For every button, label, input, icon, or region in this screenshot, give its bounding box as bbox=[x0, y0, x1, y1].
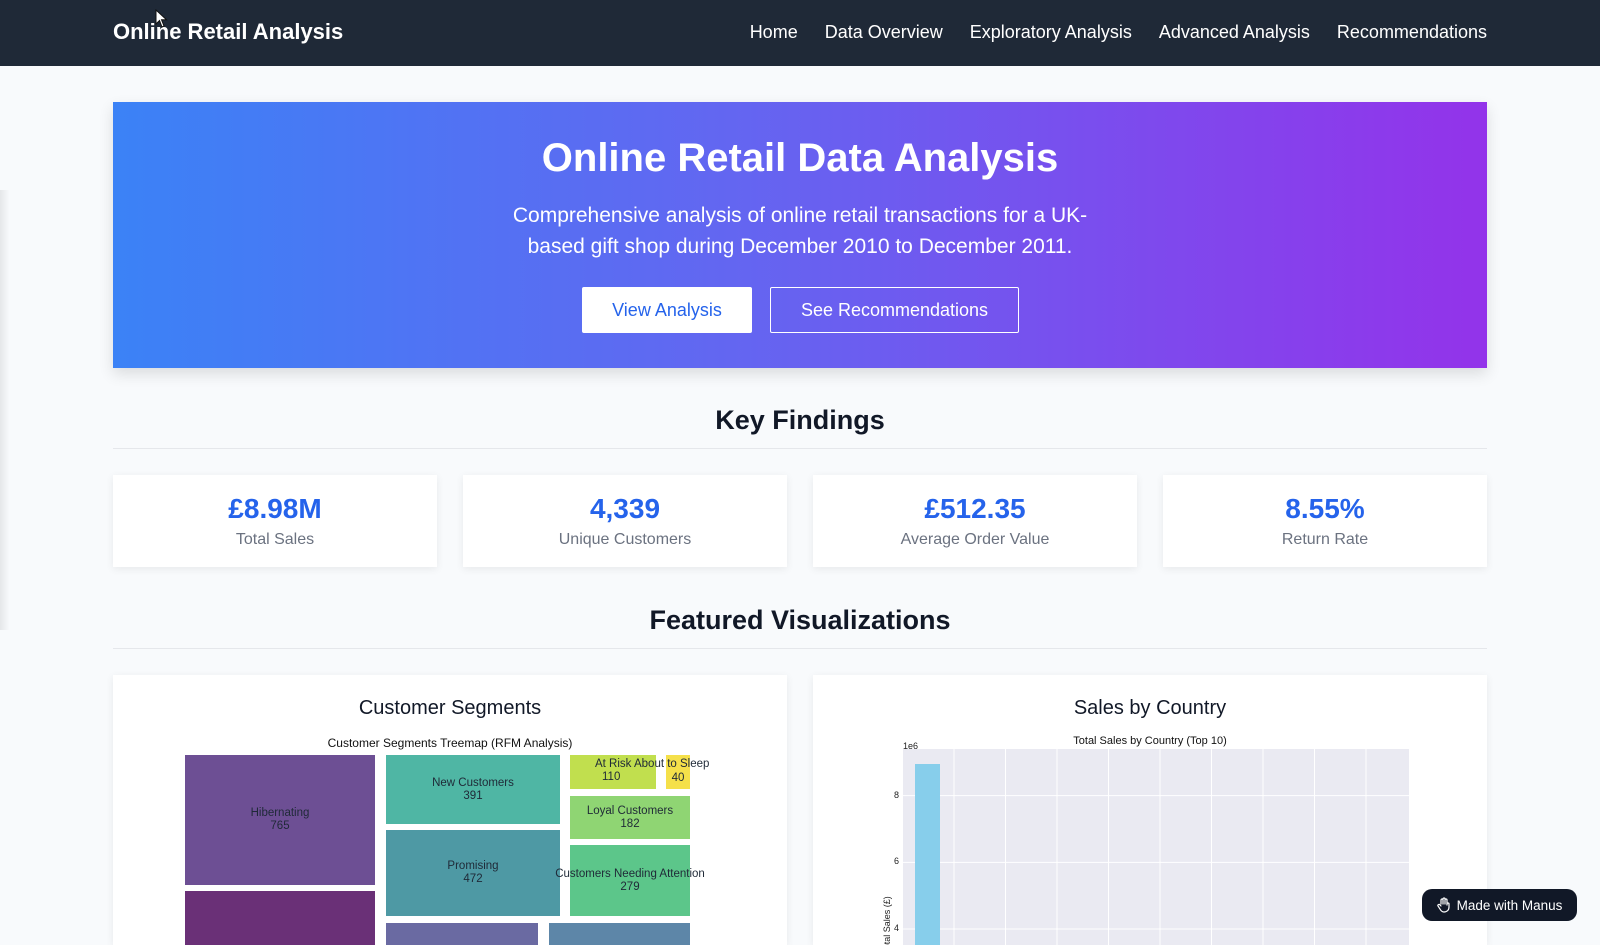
treemap-cell-new-customers[interactable]: New Customers 391 bbox=[386, 755, 560, 824]
kpi-card-average-order-value: £512.35 Average Order Value bbox=[813, 475, 1137, 567]
segment-name: At Risk About to Sleep bbox=[595, 758, 710, 770]
kpi-value: 4,339 bbox=[589, 493, 661, 524]
top-navbar: Online Retail Analysis Home Data Overvie… bbox=[0, 0, 1600, 66]
hero-description: Comprehensive analysis of online retail … bbox=[512, 204, 1088, 258]
nav-link-data-overview[interactable]: Data Overview bbox=[825, 22, 943, 43]
kpi-value: 8.55% bbox=[1285, 493, 1365, 524]
treemap-cell[interactable] bbox=[386, 923, 538, 945]
segment-name: Hibernating bbox=[250, 807, 310, 819]
featured-visualizations-title: Featured Visualizations bbox=[649, 605, 951, 635]
nav-link-recommendations[interactable]: Recommendations bbox=[1337, 22, 1487, 43]
nav-link-advanced-analysis[interactable]: Advanced Analysis bbox=[1159, 22, 1310, 43]
kpi-card-return-rate: 8.55% Return Rate bbox=[1163, 475, 1487, 567]
segment-name: Loyal Customers bbox=[586, 804, 674, 817]
segment-count: 110 bbox=[602, 771, 621, 783]
customer-segments-card: Customer Segments Customer Segments Tree… bbox=[113, 675, 787, 945]
nav-link-home[interactable]: Home bbox=[750, 22, 798, 43]
sales-by-country-card: Sales by Country Total Sales by Country … bbox=[813, 675, 1487, 945]
key-findings-divider bbox=[113, 448, 1487, 449]
treemap-cell[interactable] bbox=[549, 923, 690, 945]
segment-count: 182 bbox=[620, 817, 640, 830]
kpi-label: Return Rate bbox=[1281, 531, 1369, 548]
kpi-card-total-sales: £8.98M Total Sales bbox=[113, 475, 437, 567]
treemap-label-needing-attention: Customers Needing Attention 279 bbox=[540, 868, 720, 894]
treemap-cell-promising[interactable]: Promising 472 bbox=[386, 830, 560, 916]
mouse-cursor-icon bbox=[155, 9, 168, 28]
kpi-card-unique-customers: 4,339 Unique Customers bbox=[463, 475, 787, 567]
bar-chart-plot bbox=[903, 749, 1409, 945]
y-tick-label: 6 bbox=[893, 856, 899, 867]
segment-name: New Customers bbox=[432, 776, 514, 789]
segment-count: 765 bbox=[270, 820, 290, 832]
customer-segments-title: Customer Segments bbox=[358, 697, 542, 719]
y-tick-label: 8 bbox=[893, 789, 899, 800]
key-findings-title: Key Findings bbox=[715, 405, 885, 435]
kpi-value: £512.35 bbox=[924, 493, 1026, 524]
sales-by-country-title: Sales by Country bbox=[1073, 697, 1227, 719]
segment-count: 391 bbox=[463, 789, 483, 802]
treemap-cell[interactable] bbox=[185, 891, 375, 945]
treemap-title: Customer Segments Treemap (RFM Analysis) bbox=[327, 736, 573, 750]
brand-logo[interactable]: Online Retail Analysis bbox=[113, 19, 343, 45]
left-edge-shadow bbox=[0, 190, 10, 630]
kpi-label: Total Sales bbox=[235, 531, 315, 548]
bar[interactable] bbox=[915, 764, 940, 945]
nav-links: Home Data Overview Exploratory Analysis … bbox=[750, 22, 1487, 43]
treemap-cell-hibernating[interactable]: Hibernating 765 bbox=[185, 755, 375, 885]
hero-banner: Online Retail Data Analysis Comprehensiv… bbox=[113, 102, 1487, 368]
view-analysis-button[interactable]: View Analysis bbox=[582, 287, 752, 333]
segment-name: Customers Needing Attention bbox=[555, 868, 705, 880]
y-axis-label-wrap: Total Sales (£) bbox=[873, 875, 893, 945]
nav-link-exploratory-analysis[interactable]: Exploratory Analysis bbox=[970, 22, 1132, 43]
segment-name: Promising bbox=[447, 860, 499, 872]
treemap-label-at-risk: At Risk About to Sleep 110 bbox=[575, 758, 710, 784]
made-with-manus-badge[interactable]: Made with Manus bbox=[1422, 889, 1577, 921]
kpi-label: Unique Customers bbox=[558, 531, 692, 548]
kpi-label: Average Order Value bbox=[900, 531, 1050, 548]
bar-chart-svg bbox=[903, 749, 1409, 945]
y-axis-label: Total Sales (£) bbox=[882, 896, 892, 945]
kpi-value: £8.98M bbox=[228, 493, 322, 524]
segment-count: 279 bbox=[620, 881, 640, 893]
segment-count: 472 bbox=[463, 873, 483, 885]
treemap-cell-loyal-customers[interactable]: Loyal Customers 182 bbox=[570, 796, 690, 839]
badge-label: Made with Manus bbox=[1456, 897, 1563, 913]
featured-divider bbox=[113, 648, 1487, 649]
hand-icon bbox=[1436, 897, 1450, 913]
hero-title: Online Retail Data Analysis bbox=[541, 136, 1059, 180]
see-recommendations-button[interactable]: See Recommendations bbox=[770, 287, 1019, 333]
